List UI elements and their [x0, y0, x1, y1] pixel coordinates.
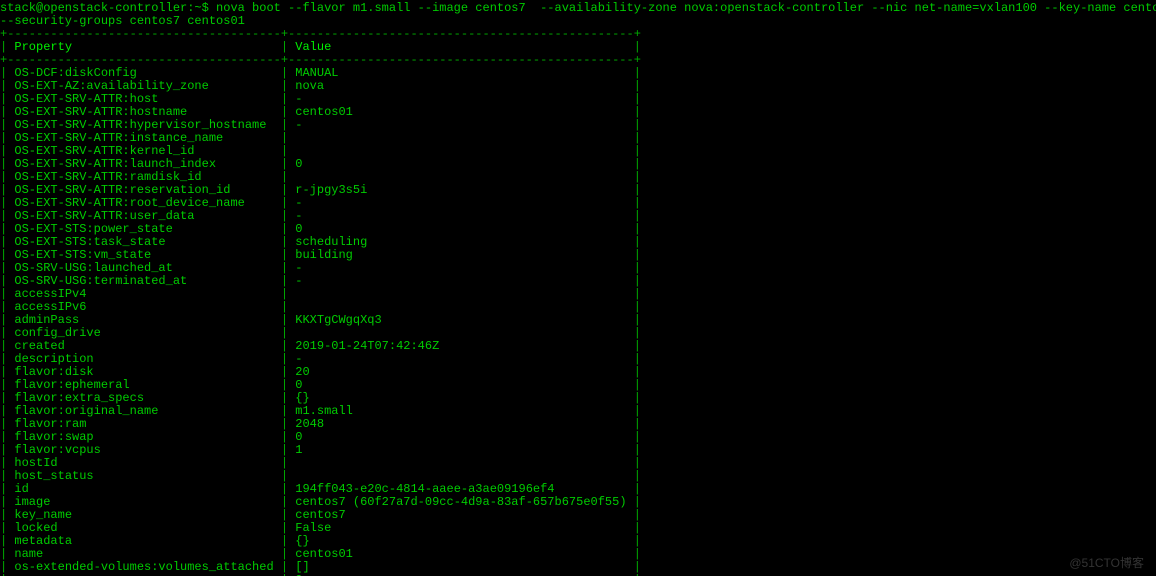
table-cell-value: 1 — [295, 443, 626, 457]
table-cell-property: host_status — [14, 469, 273, 483]
table-cell-value — [295, 170, 626, 184]
table-cell-value: m1.small — [295, 404, 626, 418]
table-cell-property: image — [14, 495, 273, 509]
table-cell-property: hostId — [14, 456, 273, 470]
table-cell-value — [295, 287, 626, 301]
command-line-2: --security-groups centos7 centos01 — [0, 14, 245, 28]
table-cell-property: OS-DCF:diskConfig — [14, 66, 273, 80]
table-cell-value — [295, 326, 626, 340]
table-cell-property: OS-SRV-USG:launched_at — [14, 261, 273, 275]
table-cell-property: OS-EXT-STS:task_state — [14, 235, 273, 249]
table-cell-property: flavor:extra_specs — [14, 391, 273, 405]
table-cell-property: os-extended-volumes:volumes_attached — [14, 560, 273, 574]
table-cell-property: OS-EXT-STS:power_state — [14, 222, 273, 236]
table-cell-value: 194ff043-e20c-4814-aaee-a3ae09196ef4 — [295, 482, 626, 496]
table-cell-value: centos01 — [295, 547, 626, 561]
table-cell-property: OS-EXT-SRV-ATTR:host — [14, 92, 273, 106]
table-cell-value: KKXTgCWgqXq3 — [295, 313, 626, 327]
table-cell-value: centos01 — [295, 105, 626, 119]
table-cell-value: 0 — [295, 157, 626, 171]
table-cell-property: accessIPv4 — [14, 287, 273, 301]
table-cell-value — [295, 131, 626, 145]
table-cell-value — [295, 469, 626, 483]
table-cell-value: [] — [295, 560, 626, 574]
table-cell-value — [295, 456, 626, 470]
table-cell-property: OS-EXT-SRV-ATTR:instance_name — [14, 131, 273, 145]
column-header-value: Value — [295, 40, 626, 54]
table-cell-value: - — [295, 209, 626, 223]
table-cell-property: flavor:disk — [14, 365, 273, 379]
table-cell-value: {} — [295, 391, 626, 405]
table-border-top: +--------------------------------------+… — [0, 27, 641, 41]
table-header-row: | Property | Value | — [0, 40, 641, 54]
table-cell-value: 0 — [295, 222, 626, 236]
shell-prompt: stack@openstack-controller:~$ — [0, 1, 216, 15]
table-cell-value — [295, 300, 626, 314]
table-cell-property: OS-EXT-SRV-ATTR:launch_index — [14, 157, 273, 171]
table-cell-value: - — [295, 118, 626, 132]
table-cell-value: - — [295, 274, 626, 288]
table-cell-property: flavor:ephemeral — [14, 378, 273, 392]
table-cell-property: OS-EXT-SRV-ATTR:reservation_id — [14, 183, 273, 197]
table-cell-property: OS-SRV-USG:terminated_at — [14, 274, 273, 288]
table-cell-property: OS-EXT-SRV-ATTR:hypervisor_hostname — [14, 118, 273, 132]
table-cell-property: created — [14, 339, 273, 353]
column-header-property: Property — [14, 40, 273, 54]
table-cell-property: flavor:swap — [14, 430, 273, 444]
table-cell-value: - — [295, 196, 626, 210]
table-cell-value: - — [295, 352, 626, 366]
table-cell-property: metadata — [14, 534, 273, 548]
table-cell-property: flavor:ram — [14, 417, 273, 431]
table-cell-value: MANUAL — [295, 66, 626, 80]
table-cell-value — [295, 144, 626, 158]
terminal-output[interactable]: stack@openstack-controller:~$ nova boot … — [0, 0, 1156, 576]
table-cell-property: flavor:original_name — [14, 404, 273, 418]
table-cell-value: r-jpgy3s5i — [295, 183, 626, 197]
table-cell-property: adminPass — [14, 313, 273, 327]
table-cell-value: - — [295, 261, 626, 275]
table-cell-property: key_name — [14, 508, 273, 522]
table-cell-property: id — [14, 482, 273, 496]
table-cell-property: OS-EXT-AZ:availability_zone — [14, 79, 273, 93]
table-cell-property: OS-EXT-SRV-ATTR:hostname — [14, 105, 273, 119]
table-cell-property: OS-EXT-SRV-ATTR:ramdisk_id — [14, 170, 273, 184]
table-cell-value: 0 — [295, 378, 626, 392]
table-cell-value: 2048 — [295, 417, 626, 431]
table-cell-value: {} — [295, 534, 626, 548]
table-cell-property: OS-EXT-SRV-ATTR:kernel_id — [14, 144, 273, 158]
table-cell-value: 20 — [295, 365, 626, 379]
table-cell-property: flavor:vcpus — [14, 443, 273, 457]
table-cell-property: name — [14, 547, 273, 561]
table-cell-property: locked — [14, 521, 273, 535]
table-cell-property: description — [14, 352, 273, 366]
table-body: | OS-DCF:diskConfig | MANUAL | | OS-EXT-… — [0, 66, 641, 576]
table-cell-value: - — [295, 92, 626, 106]
command-line-1: nova boot --flavor m1.small --image cent… — [216, 1, 1156, 15]
table-cell-value: building — [295, 248, 626, 262]
table-cell-value: centos7 (60f27a7d-09cc-4d9a-83af-657b675… — [295, 495, 626, 509]
table-cell-value: 0 — [295, 430, 626, 444]
watermark: @51CTO博客 — [1069, 557, 1144, 570]
table-cell-property: config_drive — [14, 326, 273, 340]
table-border-mid: +--------------------------------------+… — [0, 53, 641, 67]
table-cell-property: OS-EXT-STS:vm_state — [14, 248, 273, 262]
table-cell-value: scheduling — [295, 235, 626, 249]
table-cell-property: OS-EXT-SRV-ATTR:root_device_name — [14, 196, 273, 210]
table-cell-value: centos7 — [295, 508, 626, 522]
table-cell-value: nova — [295, 79, 626, 93]
table-cell-value: 2019-01-24T07:42:46Z — [295, 339, 626, 353]
table-cell-property: accessIPv6 — [14, 300, 273, 314]
table-cell-property: OS-EXT-SRV-ATTR:user_data — [14, 209, 273, 223]
table-cell-value: False — [295, 521, 626, 535]
